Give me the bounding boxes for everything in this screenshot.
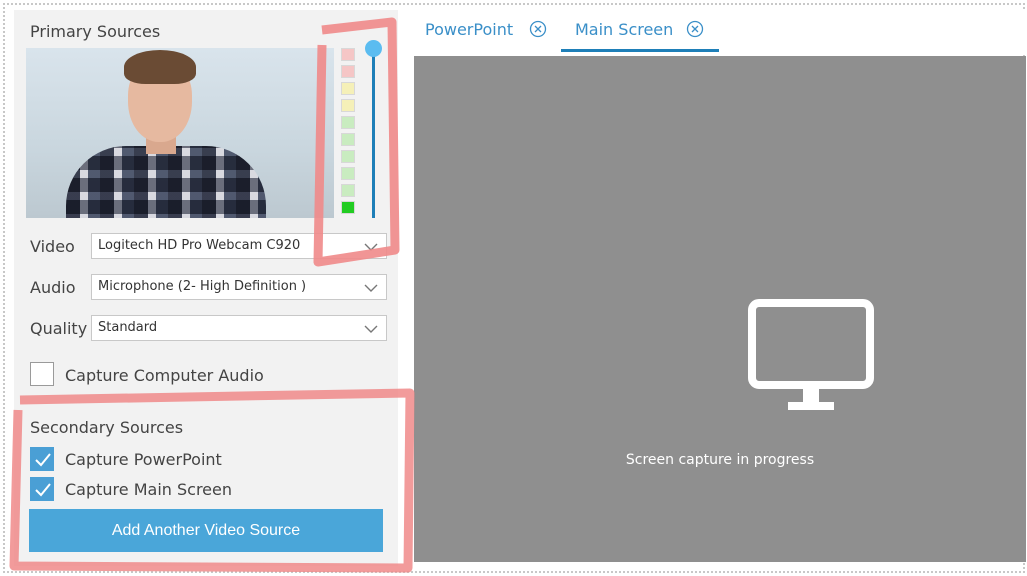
highlight-annotation [9,17,415,573]
